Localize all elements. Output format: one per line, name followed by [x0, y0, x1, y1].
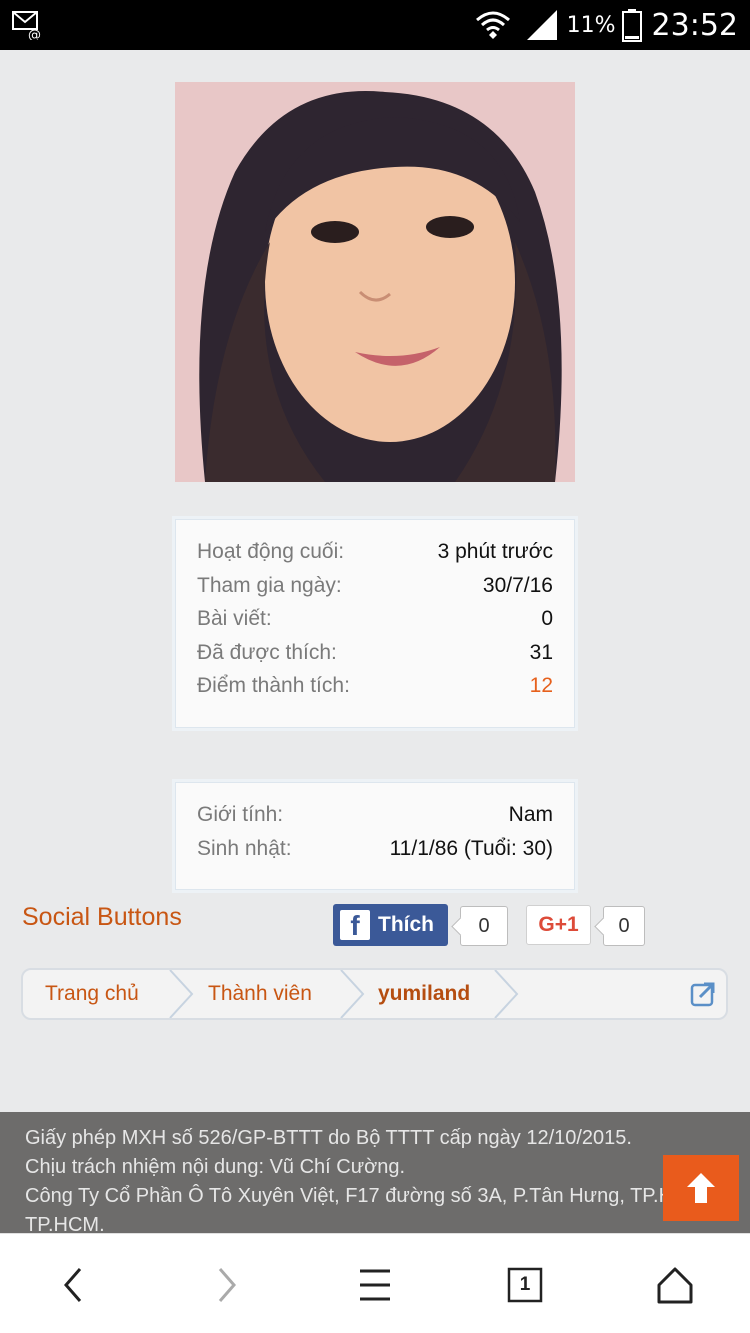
footer-city: TP.HCM. — [25, 1214, 105, 1233]
signal-icon — [526, 10, 557, 40]
breadcrumb-separator-icon — [340, 970, 365, 1018]
tabs-button[interactable]: 1 — [502, 1262, 548, 1308]
stat-value: 0 — [541, 607, 553, 630]
stat-joined: Tham gia ngày: 30/7/16 — [197, 574, 553, 608]
battery-percent: 11% — [566, 12, 616, 38]
stat-value: 30/7/16 — [482, 573, 553, 597]
svg-text:@: @ — [28, 28, 41, 40]
member-stats: Hoạt động cuối: 3 phút trước Tham gia ng… — [175, 519, 575, 728]
detail-value: 11/1/86 (Tuổi: 30) — [389, 836, 553, 860]
status-bar: @ 11% 23:52 — [0, 0, 750, 50]
footer-license: Giấy phép MXH số 526/GP-BTTT do Bộ TTTT … — [25, 1127, 632, 1149]
detail-label: Sinh nhật: — [197, 836, 292, 860]
social-buttons-title: Social Buttons — [22, 903, 182, 931]
menu-icon — [360, 1269, 390, 1301]
profile-avatar — [175, 82, 575, 482]
stat-label: Đã được thích: — [197, 640, 337, 664]
site-footer: Giấy phép MXH số 526/GP-BTTT do Bộ TTTT … — [0, 1112, 750, 1233]
google-plus-count: 0 — [603, 906, 645, 946]
stat-label: Điểm thành tích: — [197, 674, 350, 697]
menu-button[interactable] — [352, 1262, 398, 1308]
breadcrumb-members[interactable]: Thành viên — [208, 970, 312, 1018]
arrow-up-icon — [687, 1173, 715, 1203]
chevron-right-icon — [218, 1268, 236, 1302]
stat-label: Hoạt động cuối: — [197, 540, 345, 563]
facebook-like-label: Thích — [378, 913, 434, 936]
breadcrumb-current[interactable]: yumiland — [378, 970, 470, 1018]
back-button[interactable] — [50, 1262, 96, 1308]
facebook-icon: f — [340, 910, 370, 940]
google-plus-label: G+1 — [538, 913, 579, 936]
forward-button[interactable] — [204, 1262, 250, 1308]
stat-label: Bài viết: — [197, 607, 272, 630]
stat-value: 31 — [529, 640, 553, 664]
footer-responsible: Chịu trách nhiệm nội dung: Vũ Chí Cường. — [25, 1156, 406, 1178]
stat-label: Tham gia ngày: — [197, 573, 342, 597]
browser-toolbar: 1 — [0, 1233, 750, 1333]
detail-label: Giới tính: — [197, 803, 284, 826]
breadcrumb-separator-icon — [494, 970, 519, 1018]
facebook-like-button[interactable]: f Thích — [333, 904, 448, 946]
detail-value: Nam — [508, 803, 553, 826]
wifi-icon — [475, 11, 510, 39]
breadcrumb: Trang chủ Thành viên yumiland — [21, 968, 728, 1020]
chevron-left-icon — [64, 1268, 82, 1302]
home-button[interactable] — [652, 1262, 698, 1308]
trophy-points-link[interactable]: 12 — [530, 674, 553, 708]
clock: 23:52 — [651, 7, 738, 43]
page-content: Hoạt động cuối: 3 phút trước Tham gia ng… — [0, 50, 750, 1112]
breadcrumb-home[interactable]: Trang chủ — [45, 970, 139, 1018]
detail-gender: Giới tính: Nam — [197, 803, 553, 837]
external-link-icon[interactable] — [690, 981, 716, 1007]
avatar-photo — [175, 82, 575, 482]
email-notification-icon: @ — [12, 11, 41, 40]
footer-company: Công Ty Cổ Phần Ô Tô Xuyên Việt, F17 đườ… — [25, 1185, 710, 1207]
home-icon — [657, 1267, 693, 1304]
stat-likes: Đã được thích: 31 — [197, 641, 553, 675]
member-details: Giới tính: Nam Sinh nhật: 11/1/86 (Tuổi:… — [175, 782, 575, 890]
stat-posts: Bài viết: 0 — [197, 607, 553, 641]
stat-trophy-points: Điểm thành tích: 12 — [197, 674, 553, 708]
stat-last-activity: Hoạt động cuối: 3 phút trước — [197, 540, 553, 574]
detail-birthday: Sinh nhật: 11/1/86 (Tuổi: 30) — [197, 837, 553, 871]
battery-icon — [621, 9, 642, 42]
facebook-like-count: 0 — [460, 906, 508, 946]
tab-count: 1 — [519, 1274, 531, 1295]
google-plus-button[interactable]: G+1 — [526, 905, 591, 945]
stat-value: 3 phút trước — [437, 540, 553, 563]
breadcrumb-separator-icon — [169, 970, 194, 1018]
scroll-to-top-button[interactable] — [663, 1155, 739, 1221]
